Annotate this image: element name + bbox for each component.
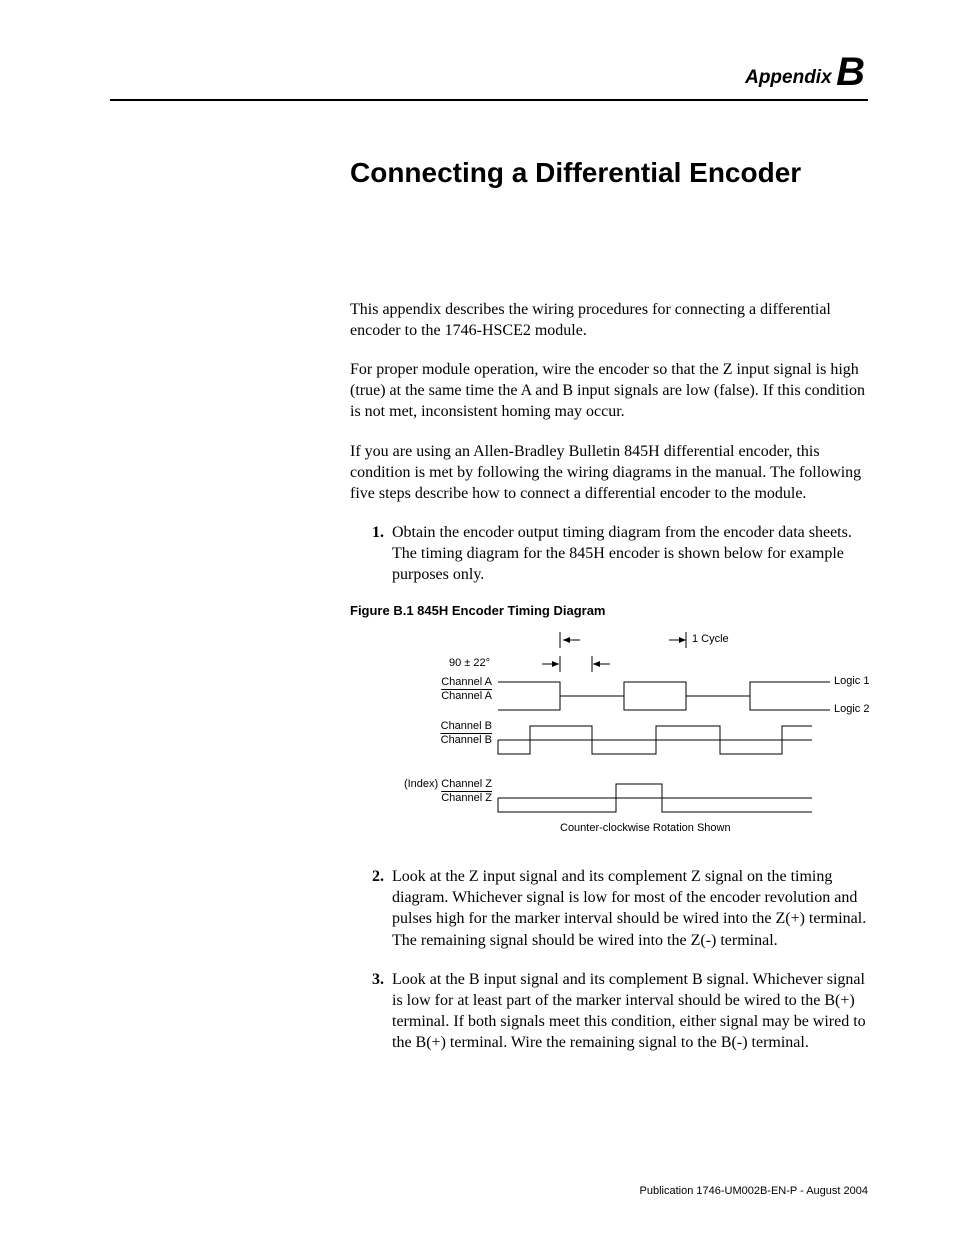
- header-rule: [110, 99, 868, 101]
- step-number: 3.: [360, 969, 384, 990]
- label-chAbar: Channel A: [380, 690, 492, 702]
- step-text: Obtain the encoder output timing diagram…: [392, 524, 852, 583]
- label-rotation: Counter-clockwise Rotation Shown: [560, 822, 731, 834]
- label-chA: Channel A: [380, 676, 492, 688]
- steps-list: 1. Obtain the encoder output timing diag…: [360, 522, 870, 585]
- page-title: Connecting a Differential Encoder: [350, 157, 870, 189]
- label-cycle: 1 Cycle: [692, 633, 729, 645]
- main-content: Connecting a Differential Encoder This a…: [350, 157, 870, 1053]
- label-phase: 90 ± 22°: [430, 657, 490, 669]
- intro-para-1: This appendix describes the wiring proce…: [350, 299, 870, 341]
- appendix-word: Appendix: [745, 67, 832, 88]
- label-logic2: Logic 2: [834, 703, 869, 715]
- label-logic1: Logic 1: [834, 675, 869, 687]
- step-2: 2. Look at the Z input signal and its co…: [360, 866, 870, 950]
- step-number: 2.: [360, 866, 384, 887]
- appendix-letter: B: [836, 50, 864, 94]
- label-chB: Channel B: [380, 720, 492, 732]
- step-3: 3. Look at the B input signal and its co…: [360, 969, 870, 1053]
- timing-diagram: 1 Cycle 90 ± 22° Channel A Channel A Cha…: [350, 626, 870, 846]
- intro-para-2: For proper module operation, wire the en…: [350, 359, 870, 422]
- label-chZbar: Channel Z: [380, 792, 492, 804]
- publication-footer: Publication 1746-UM002B-EN-P - August 20…: [640, 1185, 869, 1197]
- step-text: Look at the Z input signal and its compl…: [392, 868, 866, 948]
- intro-para-3: If you are using an Allen-Bradley Bullet…: [350, 441, 870, 504]
- label-chZ: (Index) Channel Z: [340, 778, 492, 790]
- step-number: 1.: [360, 522, 384, 543]
- label-chBbar: Channel B: [380, 734, 492, 746]
- figure-caption: Figure B.1 845H Encoder Timing Diagram: [350, 603, 870, 618]
- steps-list-cont: 2. Look at the Z input signal and its co…: [360, 866, 870, 1053]
- step-text: Look at the B input signal and its compl…: [392, 971, 866, 1051]
- step-1: 1. Obtain the encoder output timing diag…: [360, 522, 870, 585]
- appendix-header: Appendix B: [110, 50, 868, 95]
